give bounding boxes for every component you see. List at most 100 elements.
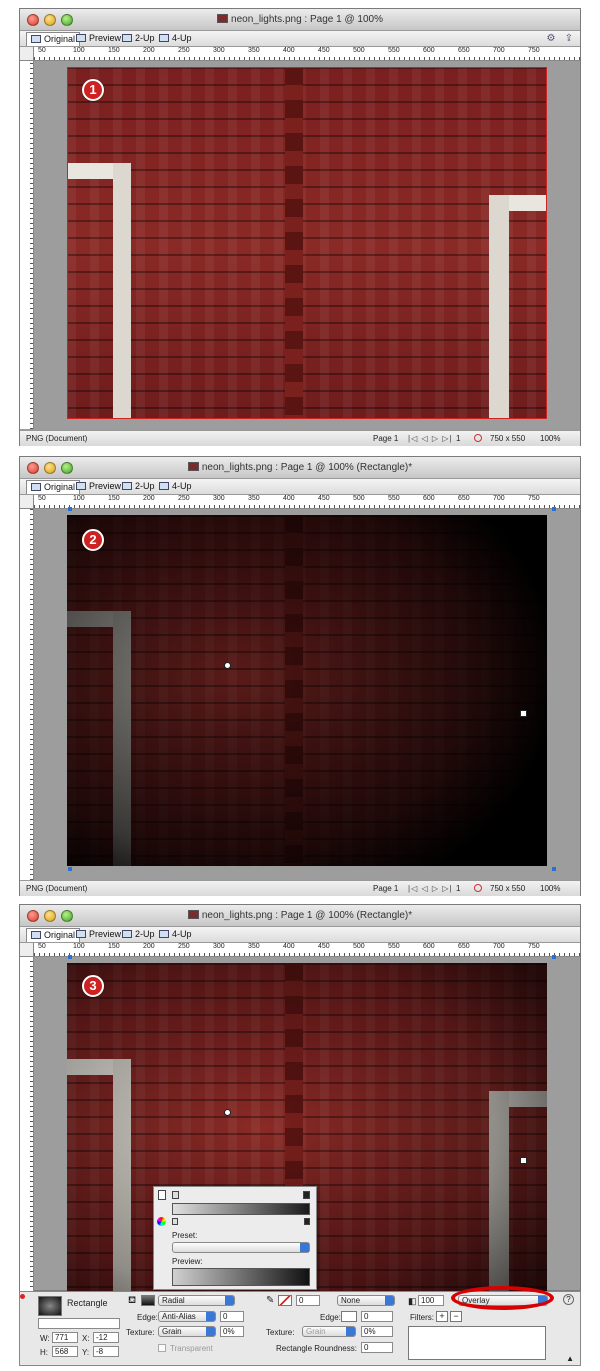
stroke-texture-amount-field[interactable]: 0%: [361, 1326, 393, 1337]
fill-type-dropdown[interactable]: Radial: [158, 1295, 235, 1306]
ruler-tick: 400: [283, 943, 295, 950]
gradient-edge-handle[interactable]: [520, 1157, 527, 1164]
ruler-tick: 50: [38, 495, 46, 502]
tab-2up[interactable]: 2-Up: [118, 32, 159, 46]
preset-dropdown[interactable]: [172, 1242, 310, 1253]
zoom-level[interactable]: 100%: [540, 881, 560, 896]
edge-dropdown[interactable]: Anti-Alias: [158, 1311, 216, 1322]
selection-handle[interactable]: [552, 867, 556, 871]
collapse-icon[interactable]: ▲: [566, 1354, 574, 1363]
remove-filter-button[interactable]: −: [450, 1311, 462, 1322]
gradient-edge-handle[interactable]: [520, 710, 527, 717]
pencil-stroke-icon[interactable]: ✎: [266, 1295, 274, 1306]
page-nav-controls[interactable]: |◁ ◁ ▷ ▷|: [408, 431, 452, 446]
height-field[interactable]: 568: [52, 1346, 78, 1357]
stroke-texture-dropdown[interactable]: Grain: [302, 1326, 356, 1337]
tab-4up[interactable]: 4-Up: [155, 928, 196, 942]
canvas-size[interactable]: 750 x 550: [490, 881, 525, 896]
canvas-size[interactable]: 750 x 550: [490, 431, 525, 446]
horizontal-ruler[interactable]: 50 100 150 200 250 300 350 400 450 500 5…: [34, 495, 580, 509]
color-wheel-icon[interactable]: [157, 1217, 166, 1226]
tab-2up[interactable]: 2-Up: [118, 928, 159, 942]
fill-color-swatch[interactable]: [141, 1295, 155, 1306]
gradient-center-handle[interactable]: [224, 1109, 231, 1116]
page-nav-controls[interactable]: |◁ ◁ ▷ ▷|: [408, 881, 452, 896]
horizontal-ruler[interactable]: 50 100 150 200 250 300 350 400 450 500 5…: [34, 943, 580, 957]
page-selector[interactable]: Page 1: [373, 431, 398, 446]
stop-icon[interactable]: [474, 881, 482, 896]
ruler-tick: 150: [108, 495, 120, 502]
page-selector[interactable]: Page 1: [373, 881, 398, 896]
stop-icon[interactable]: [474, 431, 482, 446]
gradient-ramp[interactable]: [172, 1203, 310, 1215]
ruler-tick: 700: [493, 943, 505, 950]
edge-amount-field[interactable]: 0: [220, 1311, 244, 1322]
vertical-ruler[interactable]: [20, 61, 34, 429]
ruler-tick: 600: [423, 943, 435, 950]
opacity-stop-right[interactable]: [303, 1191, 310, 1199]
export-icon[interactable]: ⇪: [562, 33, 576, 44]
color-stop-left[interactable]: [172, 1218, 178, 1225]
selection-handle[interactable]: [68, 507, 72, 511]
title-bar[interactable]: neon_lights.png : Page 1 @ 100% (Rectang…: [20, 905, 580, 927]
tab-4up[interactable]: 4-Up: [155, 32, 196, 46]
ruler-tick: 550: [388, 495, 400, 502]
add-filter-button[interactable]: +: [436, 1311, 448, 1322]
opacity-field[interactable]: 100: [418, 1295, 444, 1306]
document-window-2: neon_lights.png : Page 1 @ 100% (Rectang…: [19, 456, 581, 896]
vertical-ruler[interactable]: [20, 957, 34, 1292]
ruler-tick: 150: [108, 47, 120, 54]
optimize-icon[interactable]: ⚙: [544, 33, 558, 44]
horizontal-ruler[interactable]: 50 100 150 200 250 300 350 400 450 500 5…: [34, 47, 580, 61]
filters-list[interactable]: [408, 1326, 546, 1360]
object-name-field[interactable]: [38, 1318, 120, 1329]
selection-handle[interactable]: [552, 955, 556, 959]
stroke-type-dropdown[interactable]: None: [337, 1295, 395, 1306]
texture-dropdown[interactable]: Grain: [158, 1326, 216, 1337]
dropdown-arrow-icon: [300, 1243, 309, 1252]
tab-4up[interactable]: 4-Up: [155, 480, 196, 494]
step-badge-3: 3: [82, 975, 104, 997]
paint-bucket-icon[interactable]: ⛾: [128, 1295, 136, 1308]
ruler-tick: 350: [248, 943, 260, 950]
color-stop-right[interactable]: [304, 1218, 310, 1225]
transparent-checkbox[interactable]: [158, 1344, 166, 1352]
texture-amount-field[interactable]: 0%: [220, 1326, 244, 1337]
ruler-tick: 550: [388, 943, 400, 950]
ruler-tick: 200: [143, 47, 155, 54]
tab-label: 4-Up: [172, 481, 192, 491]
status-bar: PNG (Document) Page 1 |◁ ◁ ▷ ▷| 1 750 x …: [20, 880, 580, 896]
x-field[interactable]: -12: [93, 1332, 119, 1343]
stroke-edge-amount-field[interactable]: 0: [361, 1311, 393, 1322]
panel-close-icon[interactable]: [20, 1294, 25, 1299]
stroke-edge-swatch[interactable]: [341, 1311, 357, 1322]
step-badge-1: 1: [82, 79, 104, 101]
rectangle-roundness-field[interactable]: 0: [361, 1342, 393, 1353]
width-field[interactable]: 771: [52, 1332, 78, 1343]
ruler-tick: 250: [178, 495, 190, 502]
title-bar[interactable]: neon_lights.png : Page 1 @ 100% (Rectang…: [20, 457, 580, 479]
canvas-image[interactable]: [67, 515, 547, 866]
document-icon: [187, 462, 199, 471]
canvas-image[interactable]: [67, 67, 547, 419]
zoom-level[interactable]: 100%: [540, 431, 560, 446]
selection-handle[interactable]: [552, 507, 556, 511]
color-stop-icon[interactable]: [158, 1190, 166, 1200]
y-field[interactable]: -8: [93, 1346, 119, 1357]
ruler-tick: 350: [248, 495, 260, 502]
help-icon[interactable]: ?: [563, 1294, 574, 1305]
selection-handle[interactable]: [68, 955, 72, 959]
tab-2up[interactable]: 2-Up: [118, 480, 159, 494]
selection-handle[interactable]: [68, 867, 72, 871]
preview-icon: [76, 930, 86, 938]
gradient-center-handle[interactable]: [224, 662, 231, 669]
object-name: Rectangle: [67, 1298, 108, 1308]
vertical-ruler[interactable]: [20, 509, 34, 880]
title-bar[interactable]: neon_lights.png : Page 1 @ 100%: [20, 9, 580, 31]
window-title-text: neon_lights.png : Page 1 @ 100% (Rectang…: [201, 910, 413, 921]
opacity-stop-left[interactable]: [172, 1191, 179, 1199]
stroke-size-field[interactable]: 0: [296, 1295, 320, 1306]
tab-label: 2-Up: [135, 481, 155, 491]
ruler-tick: 250: [178, 47, 190, 54]
stroke-color-swatch[interactable]: [278, 1295, 292, 1306]
